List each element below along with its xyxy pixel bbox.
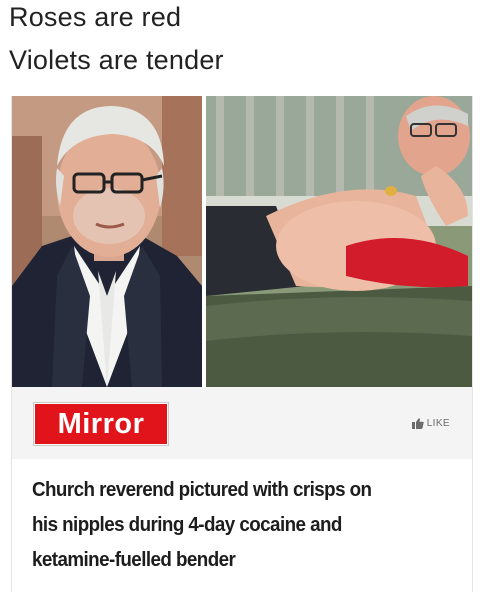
- publisher-logo: Mirror: [34, 403, 168, 445]
- headline-line: his nipples during 4-day cocaine and: [32, 514, 342, 536]
- publisher-bar: Mirror LIKE: [12, 387, 472, 459]
- headline-box: Church reverend pictured with crisps on …: [12, 459, 472, 592]
- photo-row: [12, 96, 472, 387]
- headline-line: ketamine-fuelled bender: [32, 549, 236, 571]
- like-button[interactable]: LIKE: [411, 415, 450, 431]
- headline-line: Church reverend pictured with crisps on: [32, 479, 372, 501]
- article-headline[interactable]: Church reverend pictured with crisps on …: [32, 473, 436, 578]
- man-on-sofa-photo: [206, 96, 472, 387]
- news-link-card[interactable]: Mirror LIKE Church reverend pictured wit…: [11, 96, 473, 592]
- caption-line-2: Violets are tender: [9, 45, 224, 75]
- man-portrait-photo: [12, 96, 202, 387]
- thumbs-up-icon: [411, 417, 424, 429]
- like-label: LIKE: [426, 417, 450, 429]
- caption-line-1: Roses are red: [9, 2, 182, 32]
